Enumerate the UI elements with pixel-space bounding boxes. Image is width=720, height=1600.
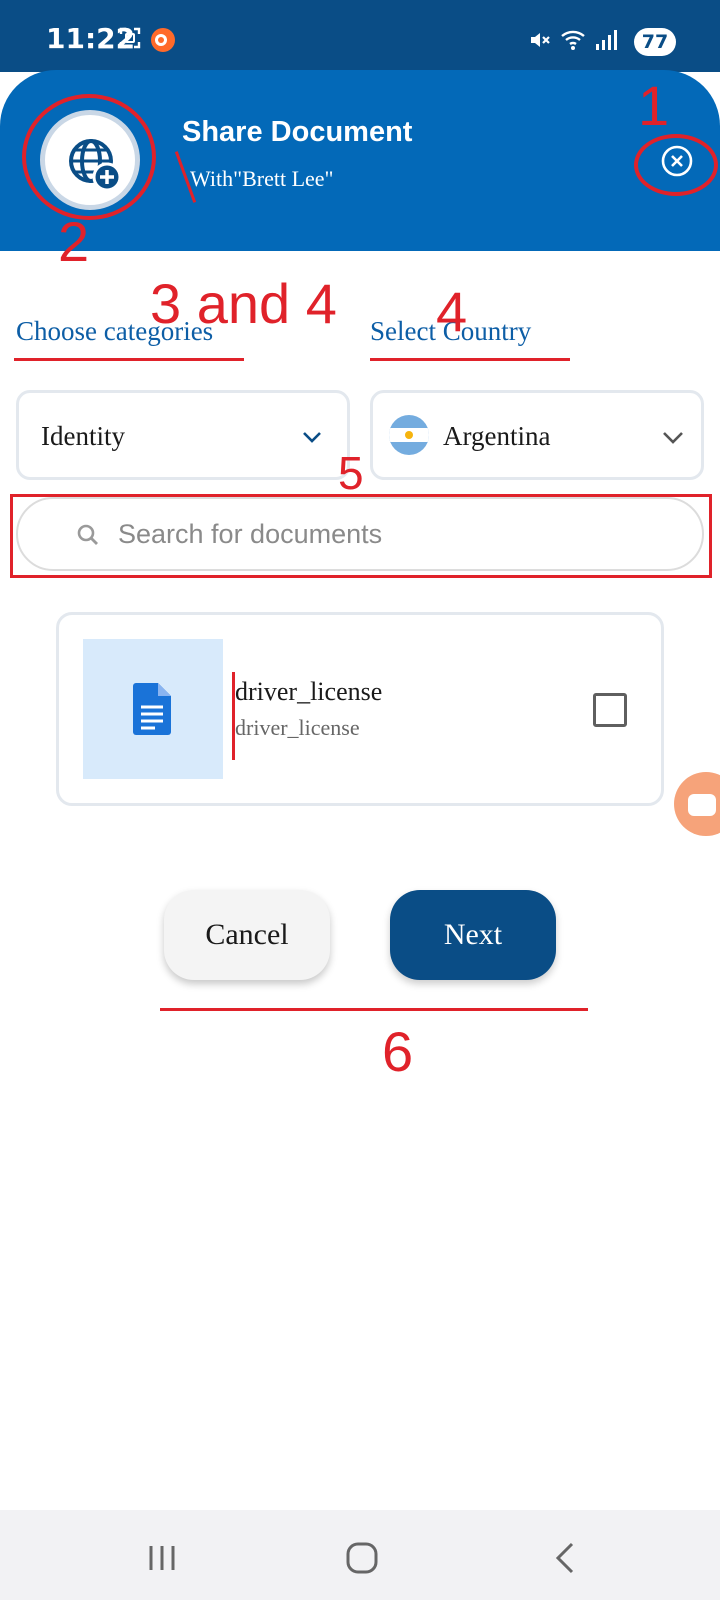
system-nav-bar xyxy=(0,1510,720,1600)
annotation-underline xyxy=(14,358,244,361)
document-thumbnail xyxy=(83,639,223,779)
chevron-down-icon xyxy=(303,432,321,443)
video-camera-icon xyxy=(688,794,716,816)
annotation-label: 2 xyxy=(58,210,90,273)
screen-recorder-icon xyxy=(151,28,175,52)
document-card[interactable]: driver_license driver_license xyxy=(56,612,664,806)
annotation-circle-avatar xyxy=(22,94,156,220)
annotation-stroke xyxy=(232,672,235,760)
google-docs-icon xyxy=(133,683,171,735)
argentina-flag-icon xyxy=(389,415,429,455)
document-title: driver_license xyxy=(235,677,383,706)
next-button[interactable]: Next xyxy=(390,890,556,980)
category-dropdown[interactable]: Identity xyxy=(16,390,350,480)
country-dropdown[interactable]: Argentina xyxy=(370,390,704,480)
page-title: Share Document xyxy=(182,116,413,148)
annotation-label: 6 xyxy=(382,1020,414,1083)
wifi-icon xyxy=(561,30,585,50)
chevron-down-icon xyxy=(663,432,683,444)
page-subtitle: With"Brett Lee" xyxy=(190,166,334,191)
signal-icon xyxy=(596,30,617,50)
back-icon[interactable] xyxy=(536,1538,596,1578)
annotation-label: 4 xyxy=(436,280,468,343)
annotation-circle-close xyxy=(634,134,718,196)
annotation-label: 5 xyxy=(338,447,364,499)
recent-apps-icon[interactable] xyxy=(132,1538,192,1578)
annotation-box-search xyxy=(10,494,712,578)
status-bar: 11:22 77 xyxy=(0,0,720,72)
annotation-underline xyxy=(370,358,570,361)
document-subtitle: driver_license xyxy=(235,715,360,740)
country-selected-value: Argentina xyxy=(443,421,551,451)
category-selected-value: Identity xyxy=(41,421,125,451)
home-icon[interactable] xyxy=(332,1538,392,1578)
screenshot-icon xyxy=(119,27,141,49)
mute-icon xyxy=(531,33,550,47)
annotation-label: 3 and 4 xyxy=(150,272,337,335)
document-checkbox[interactable] xyxy=(593,693,627,727)
annotation-label: 1 xyxy=(638,74,670,137)
video-chat-bubble[interactable] xyxy=(674,772,720,836)
cancel-button[interactable]: Cancel xyxy=(164,890,330,980)
battery-level: 77 xyxy=(634,28,676,56)
annotation-underline xyxy=(160,1008,588,1011)
